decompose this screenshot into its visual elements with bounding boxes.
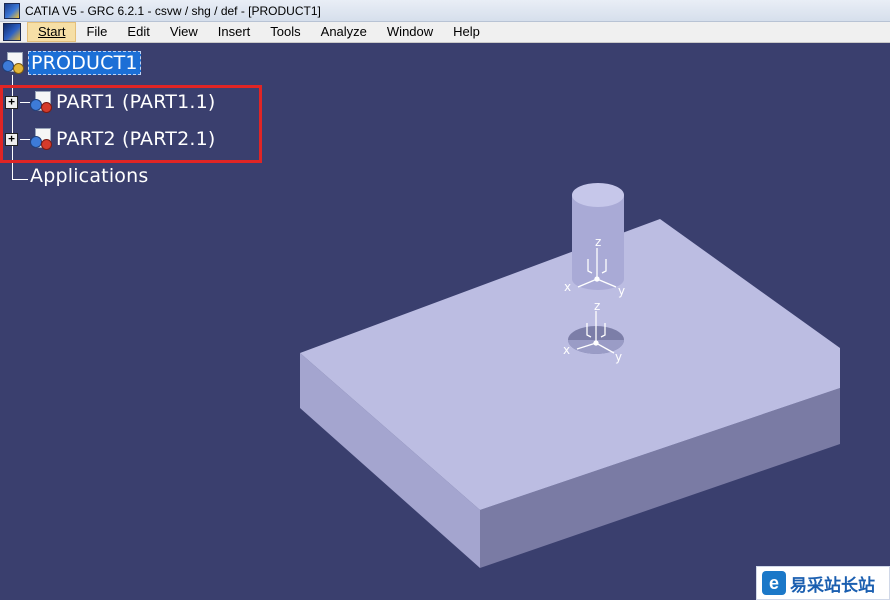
tree-node-applications[interactable]: Applications — [30, 165, 148, 187]
menu-edit-label: Edit — [127, 24, 150, 39]
menu-window-label: Window — [386, 24, 434, 39]
menu-help-label: Help — [453, 24, 480, 39]
menu-bar: Start File Edit View Insert Tools Analyz… — [0, 22, 890, 43]
watermark-logo-icon: e — [762, 571, 786, 595]
peg-top[interactable] — [572, 183, 624, 207]
title-bar: CATIA V5 - GRC 6.2.1 - csvw / shg / def … — [0, 0, 890, 22]
menu-insert[interactable]: Insert — [208, 22, 261, 42]
tree-label-product1[interactable]: PRODUCT1 — [28, 51, 141, 75]
tree-connector-applications — [12, 179, 28, 180]
menu-help[interactable]: Help — [443, 22, 490, 42]
tree-label-applications[interactable]: Applications — [30, 165, 148, 187]
catia-menu-icon[interactable] — [3, 23, 21, 41]
axis-x-label-2: x — [563, 343, 570, 357]
menu-tools[interactable]: Tools — [260, 22, 310, 42]
axis-origin-2 — [593, 340, 599, 346]
menu-view-label: View — [169, 24, 198, 39]
menu-start-label: Start — [38, 24, 66, 39]
tree-node-product1[interactable]: PRODUCT1 — [2, 51, 141, 75]
watermark: e 易采站长站 — [756, 566, 890, 600]
menu-file[interactable]: File — [76, 22, 117, 42]
menu-view[interactable]: View — [160, 22, 208, 42]
menu-start[interactable]: Start — [27, 22, 77, 42]
menu-window[interactable]: Window — [377, 22, 443, 42]
axis-x-label-1: x — [564, 280, 571, 294]
catia-app-icon — [4, 2, 20, 19]
product-icon — [2, 52, 24, 74]
watermark-text: 易采站长站 — [790, 575, 875, 596]
menu-edit[interactable]: Edit — [117, 22, 159, 42]
axis-origin-1 — [594, 276, 600, 282]
menu-file-label: File — [86, 24, 108, 39]
3d-viewport[interactable]: z x y z x y PRODUCT1 + PART1 (PART1.1) +… — [0, 43, 890, 600]
axis-y-label-1: y — [618, 284, 625, 298]
menu-analyze[interactable]: Analyze — [311, 22, 377, 42]
highlight-box — [0, 85, 262, 163]
axis-z-label-2: z — [594, 299, 600, 313]
menu-tools-label: Tools — [270, 24, 301, 39]
specification-tree: PRODUCT1 + PART1 (PART1.1) + PART2 (PART… — [0, 43, 300, 203]
axis-z-label-1: z — [595, 235, 601, 249]
menu-insert-label: Insert — [217, 24, 251, 39]
axis-y-label-2: y — [615, 350, 622, 364]
menu-analyze-label: Analyze — [320, 24, 367, 39]
window-title: CATIA V5 - GRC 6.2.1 - csvw / shg / def … — [25, 3, 321, 18]
